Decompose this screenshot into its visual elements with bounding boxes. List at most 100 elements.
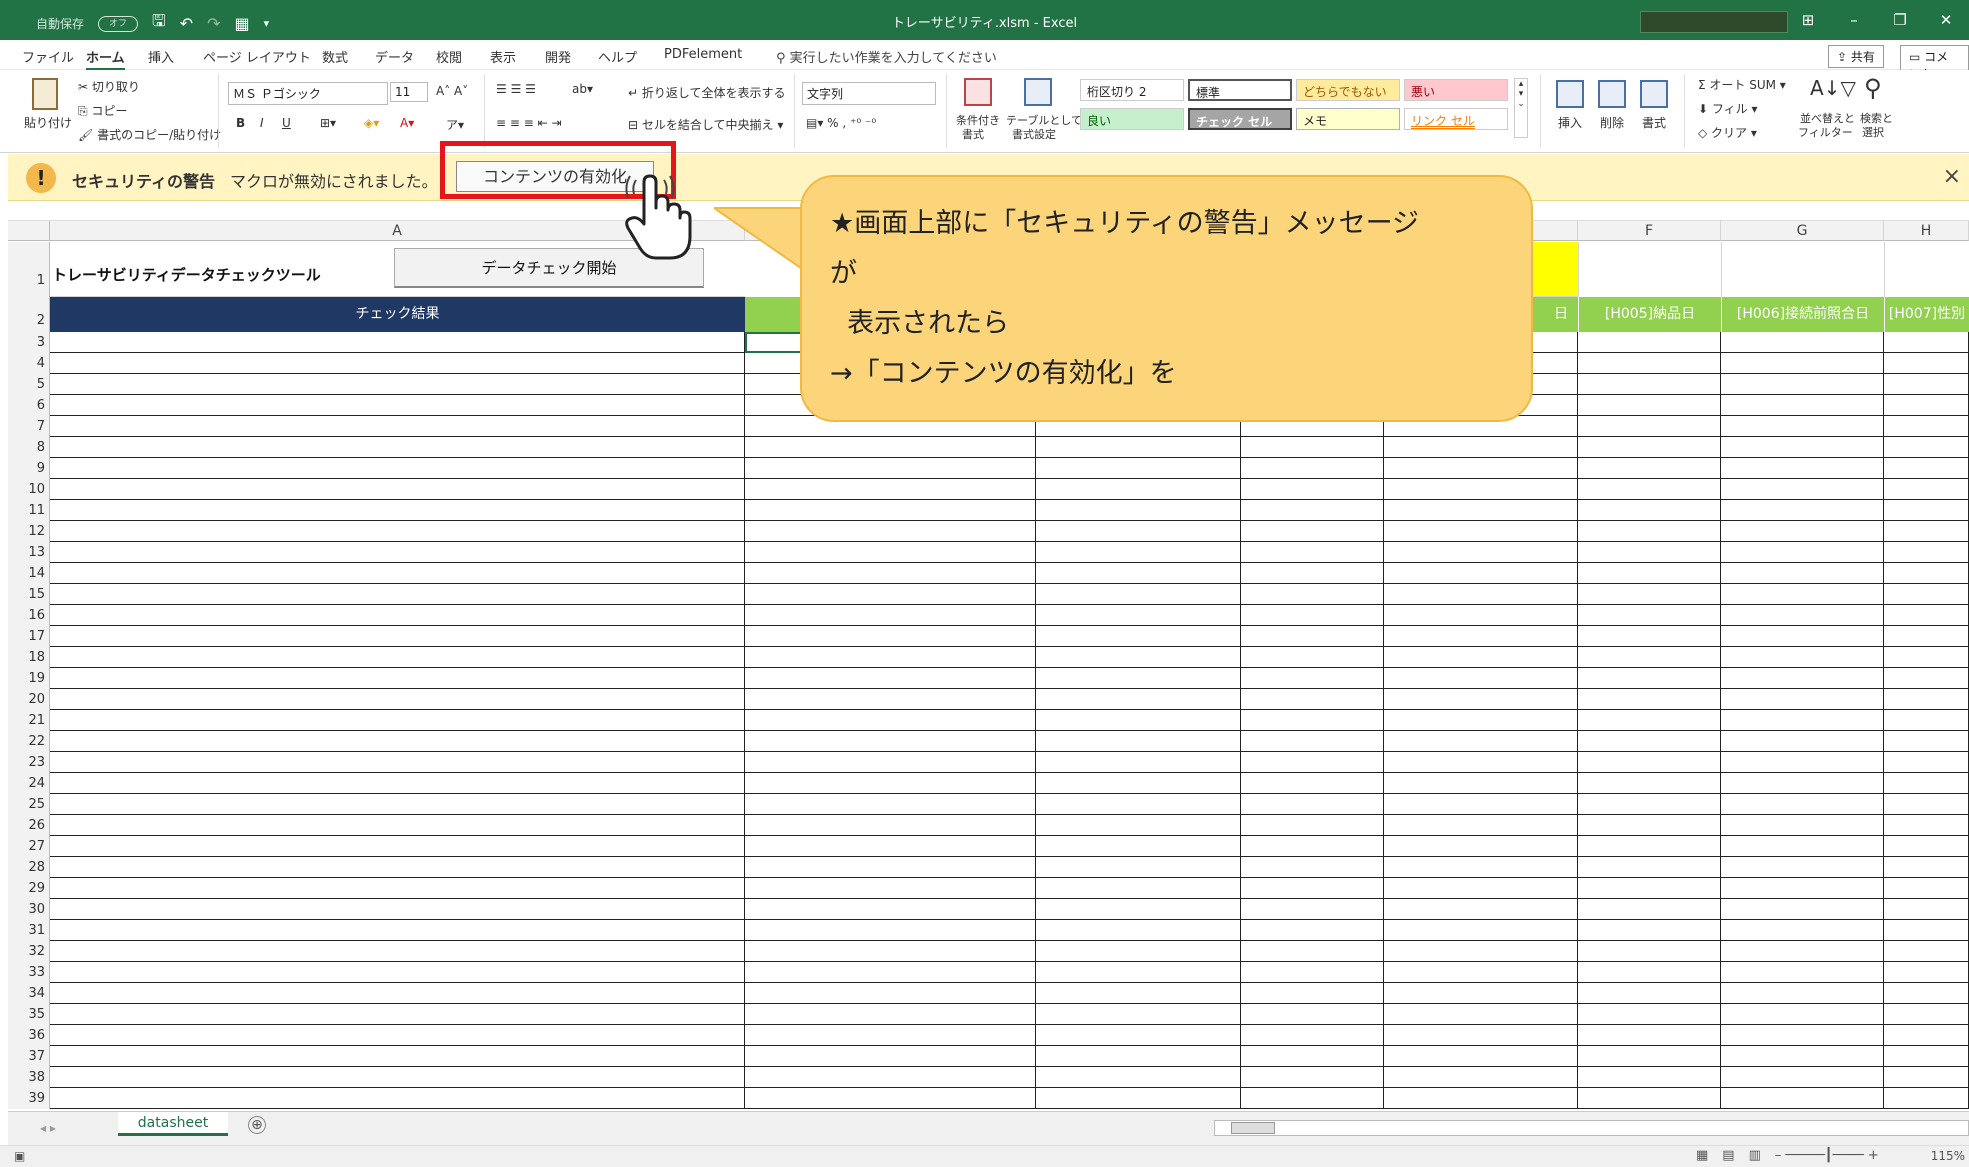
grid-cell[interactable] [1241, 878, 1384, 899]
grid-cell[interactable] [1884, 878, 1969, 899]
grid-cell[interactable] [1884, 500, 1969, 521]
row-header[interactable]: 2 [8, 297, 50, 332]
grid-cell[interactable] [1721, 710, 1884, 731]
grid-cell[interactable] [745, 731, 1036, 752]
grid-cell[interactable] [1384, 878, 1578, 899]
grid-cell[interactable] [1384, 437, 1578, 458]
grid-cell[interactable] [1884, 941, 1969, 962]
grid-cell[interactable] [1721, 479, 1884, 500]
row-header[interactable]: 34 [8, 983, 50, 1004]
normal-view-icon[interactable]: ▦ [1696, 1148, 1708, 1163]
grid-cell[interactable] [745, 605, 1036, 626]
grid-cell[interactable] [1884, 1004, 1969, 1025]
row-header[interactable]: 29 [8, 878, 50, 899]
grid-cell[interactable] [1578, 962, 1721, 983]
grid-cell[interactable] [50, 1004, 745, 1025]
grid-cell[interactable] [745, 647, 1036, 668]
grid-cell[interactable] [1241, 1025, 1384, 1046]
style-check-cell[interactable]: チェック セル [1188, 108, 1292, 130]
row-header[interactable]: 18 [8, 647, 50, 668]
grid-cell[interactable] [1884, 836, 1969, 857]
grid-cell[interactable] [1578, 479, 1721, 500]
grid-cell[interactable] [50, 521, 745, 542]
grid-cell[interactable] [1241, 626, 1384, 647]
grid-cell[interactable] [745, 878, 1036, 899]
row-header[interactable]: 38 [8, 1067, 50, 1088]
grid-cell[interactable] [1721, 542, 1884, 563]
row-header[interactable]: 36 [8, 1025, 50, 1046]
grid-cell[interactable] [1241, 458, 1384, 479]
grid-cell[interactable] [745, 479, 1036, 500]
grid-cell[interactable] [50, 794, 745, 815]
grid-cell[interactable] [1578, 836, 1721, 857]
grid-cell[interactable] [1721, 584, 1884, 605]
grid-cell[interactable] [1241, 794, 1384, 815]
column-header-f[interactable]: F [1578, 221, 1721, 241]
style-linked-cell[interactable]: リンク セル [1404, 108, 1508, 130]
phonetic-icon[interactable]: ア▾ [446, 116, 464, 133]
grid-cell[interactable] [1721, 458, 1884, 479]
account-area[interactable] [1640, 11, 1788, 33]
grid-cell[interactable] [1036, 731, 1241, 752]
grid-cell[interactable] [1384, 815, 1578, 836]
grid-cell[interactable] [1384, 542, 1578, 563]
grid-cell[interactable] [1578, 353, 1721, 374]
fill-button[interactable]: ⬇ フィル ▾ [1698, 100, 1757, 117]
header-delivery-date[interactable]: [H005]納品日 [1578, 297, 1721, 332]
grid-cell[interactable] [1884, 1088, 1969, 1109]
column-header-g[interactable]: G [1721, 221, 1884, 241]
grid-cell[interactable] [1578, 1025, 1721, 1046]
conditional-format-icon[interactable] [964, 78, 992, 106]
grid-cell[interactable] [1384, 710, 1578, 731]
grid-cell[interactable] [50, 920, 745, 941]
grid-cell[interactable] [1241, 710, 1384, 731]
grid-cell[interactable] [1241, 920, 1384, 941]
number-format-select[interactable]: 文字列 [802, 82, 936, 105]
grid-cell[interactable] [50, 542, 745, 563]
grid-cell[interactable] [1384, 899, 1578, 920]
grid-cell[interactable] [50, 1046, 745, 1067]
grid-cell[interactable] [50, 710, 745, 731]
grid-cell[interactable] [745, 1004, 1036, 1025]
grid-cell[interactable] [1884, 353, 1969, 374]
grid-cell[interactable] [1241, 752, 1384, 773]
grid-cell[interactable] [1036, 668, 1241, 689]
font-name-select[interactable]: ＭＳ Ｐゴシック [228, 82, 388, 105]
grid-cell[interactable] [1721, 689, 1884, 710]
fill-color-icon[interactable]: ◈▾ [364, 116, 379, 130]
row-header[interactable]: 7 [8, 416, 50, 437]
grid-cell[interactable] [745, 962, 1036, 983]
row-header[interactable]: 23 [8, 752, 50, 773]
grid-cell[interactable] [1036, 941, 1241, 962]
grid-cell[interactable] [50, 962, 745, 983]
tab-view[interactable]: 表示 [490, 47, 516, 66]
cut-button[interactable]: ✂ 切り取り [78, 78, 140, 95]
row-header[interactable]: 24 [8, 773, 50, 794]
row-header[interactable]: 28 [8, 857, 50, 878]
grid-cell[interactable] [745, 920, 1036, 941]
grid-cell[interactable] [1241, 584, 1384, 605]
grid-cell[interactable] [50, 626, 745, 647]
grid-cell[interactable] [1384, 563, 1578, 584]
grid-cell[interactable] [1884, 647, 1969, 668]
grid-cell[interactable] [1884, 584, 1969, 605]
grid-cell[interactable] [1884, 1046, 1969, 1067]
grid-cell[interactable] [1884, 521, 1969, 542]
grid-cell[interactable] [745, 773, 1036, 794]
grid-cell[interactable] [1578, 752, 1721, 773]
grid-cell[interactable] [1884, 458, 1969, 479]
header-preconnect-date[interactable]: [H006]接続前照合日 [1721, 297, 1884, 332]
grid-cell[interactable] [745, 941, 1036, 962]
grid-cell[interactable] [1036, 1025, 1241, 1046]
grid-cell[interactable] [1721, 1046, 1884, 1067]
format-painter-button[interactable]: 🖌 書式のコピー/貼り付け [78, 126, 221, 143]
grid-cell[interactable] [745, 689, 1036, 710]
grid-cell[interactable] [1578, 1046, 1721, 1067]
grid-cell[interactable] [1721, 647, 1884, 668]
grid-cell[interactable] [1578, 899, 1721, 920]
row-header[interactable]: 33 [8, 962, 50, 983]
grid-cell[interactable] [1241, 668, 1384, 689]
grid-cell[interactable] [1241, 773, 1384, 794]
grid-cell[interactable] [1721, 773, 1884, 794]
grid-cell[interactable] [745, 983, 1036, 1004]
